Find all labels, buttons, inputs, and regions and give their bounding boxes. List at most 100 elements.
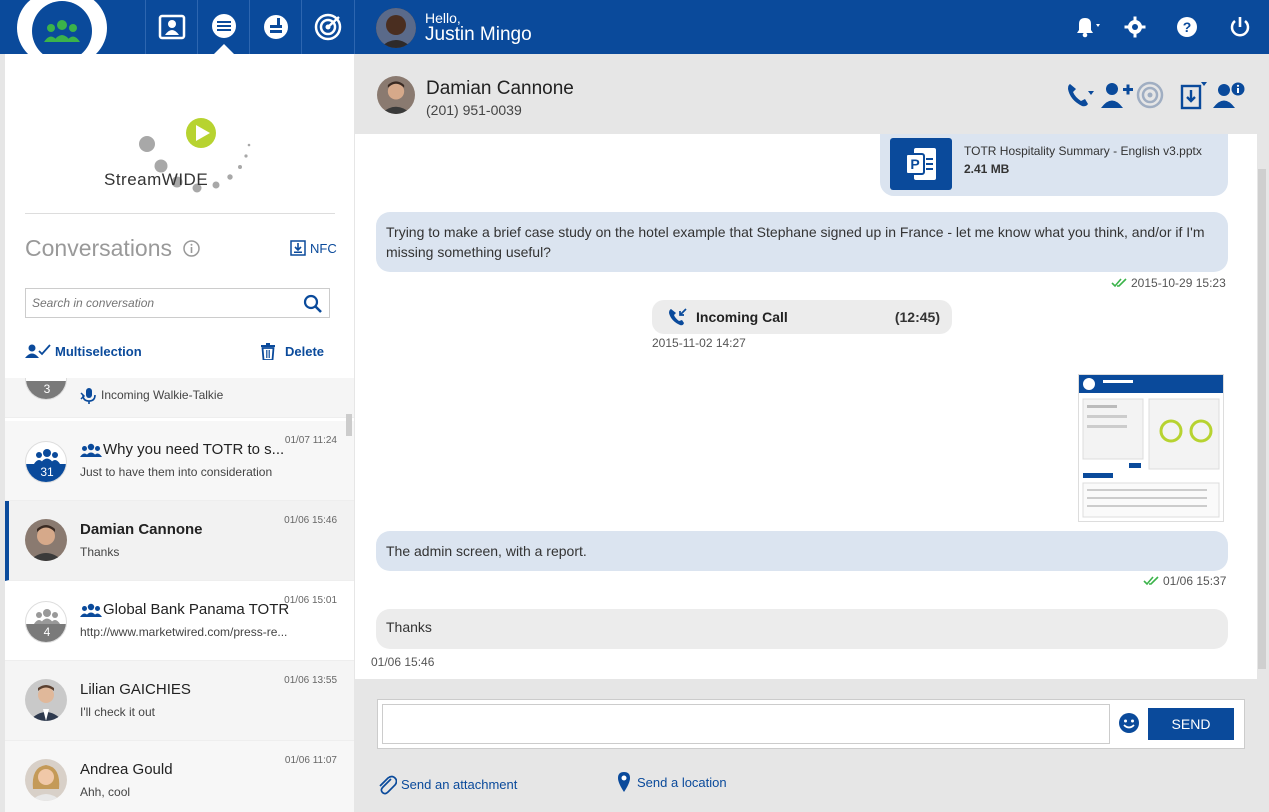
gear-icon[interactable]	[1121, 13, 1149, 41]
conversation-name: Why you need TOTR to s...	[103, 441, 285, 458]
chat-scrollbar[interactable]	[1257, 134, 1269, 679]
read-check-icon	[1111, 278, 1127, 288]
power-icon[interactable]	[1226, 13, 1254, 41]
powerpoint-file-icon: P	[890, 138, 952, 190]
bell-icon[interactable]	[1073, 13, 1105, 41]
conversation-item-andrea[interactable]: Andrea Gould Ahh, cool 01/06 11:07	[5, 741, 354, 812]
info-icon[interactable]	[183, 240, 200, 262]
trash-icon	[261, 343, 275, 360]
chat-header: Damian Cannone (201) 951-0039	[355, 54, 1269, 134]
emoji-icon[interactable]	[1118, 712, 1140, 739]
conversation-preview: I'll check it out	[80, 705, 155, 719]
conversations-sidebar: StreamWIDE Conversations NFC Multiselect…	[5, 54, 354, 812]
chat-scrollbar-thumb[interactable]	[1258, 169, 1266, 669]
nfc-label: NFC	[310, 240, 337, 256]
search-box	[25, 288, 330, 318]
conversation-list: 3 Incoming Walkie-Talkie 31 Why you need…	[5, 378, 354, 812]
conversation-item-totr[interactable]: 31 Why you need TOTR to s... Just to hav…	[5, 421, 354, 501]
call-icon[interactable]	[1065, 80, 1095, 110]
attachment-label: Send an attachment	[401, 776, 518, 792]
conversation-time: 01/06 15:01	[284, 595, 337, 606]
radar-icon[interactable]	[1136, 80, 1164, 110]
multiselection-button[interactable]: Multiselection	[25, 343, 142, 359]
conversation-item-lilian[interactable]: Lilian GAICHIES I'll check it out 01/06 …	[5, 661, 354, 741]
user-check-icon	[25, 344, 51, 358]
read-check-icon	[1143, 576, 1159, 586]
contact-avatar[interactable]	[377, 76, 415, 114]
message-time: 01/06 15:37	[1163, 574, 1227, 588]
message-composer: SEND Send an attachment Send a location	[355, 679, 1269, 812]
incoming-message: Thanks	[376, 609, 1228, 649]
file-name: TOTR Hospitality Summary - English v3.pp…	[964, 144, 1202, 158]
conversation-name: Global Bank Panama TOTR	[103, 601, 290, 618]
composer-box: SEND	[377, 699, 1245, 749]
call-label: Incoming Call	[696, 309, 788, 325]
call-timestamp: 2015-11-02 14:27	[652, 336, 746, 350]
conversation-preview: Thanks	[80, 545, 120, 559]
brand-divider	[25, 213, 335, 214]
message-time: 2015-10-29 15:23	[1131, 276, 1226, 290]
send-location-link[interactable]: Send a location	[617, 771, 727, 793]
username: Justin Mingo	[425, 24, 532, 45]
conversation-item-walkie[interactable]: 3 Incoming Walkie-Talkie	[5, 378, 354, 418]
contact-avatar	[25, 679, 67, 721]
send-button[interactable]: SEND	[1148, 708, 1234, 740]
group-badge: 4	[25, 601, 67, 643]
conversation-time: 01/07 11:24	[284, 435, 337, 446]
svg-text:P: P	[910, 156, 919, 172]
conversation-name: Lilian GAICHIES	[80, 681, 191, 698]
message-input[interactable]	[382, 704, 1110, 744]
conversation-preview: Just to have them into consideration	[80, 465, 273, 479]
conversation-preview: Ahh, cool	[80, 785, 131, 799]
group-logo-icon	[32, 1, 92, 61]
screenshot-image-attachment[interactable]	[1078, 374, 1224, 522]
delete-label: Delete	[285, 344, 325, 359]
search-icon[interactable]	[303, 294, 323, 319]
outgoing-message: Trying to make a brief case study on the…	[376, 212, 1228, 272]
unread-count: 4	[26, 624, 66, 642]
paperclip-icon	[379, 775, 397, 795]
export-icon[interactable]	[1179, 80, 1209, 110]
message-timestamp: 01/06 15:46	[371, 655, 435, 669]
conversation-preview: Incoming Walkie-Talkie	[101, 388, 224, 402]
conversation-item-damian[interactable]: Damian Cannone Thanks 01/06 15:46	[5, 501, 354, 581]
unread-count: 3	[26, 381, 66, 399]
contact-name: Damian Cannone	[426, 78, 574, 99]
contacts-icon[interactable]	[145, 0, 197, 54]
radar-icon[interactable]	[301, 0, 353, 54]
broadcast-icon[interactable]	[249, 0, 301, 54]
greeting-text: Hello,	[425, 10, 461, 26]
message-thread: P TOTR Hospitality Summary - English v3.…	[355, 134, 1257, 679]
search-input[interactable]	[26, 289, 296, 317]
streamwide-logo	[25, 54, 333, 214]
user-avatar[interactable]	[376, 8, 416, 48]
contact-avatar	[25, 759, 67, 801]
incoming-call-event[interactable]: Incoming Call (12:45)	[652, 300, 952, 334]
contact-avatar	[25, 519, 67, 561]
sidebar-scrollbar[interactable]	[346, 414, 352, 436]
conversation-time: 01/06 13:55	[284, 675, 337, 686]
conversation-item-global-bank[interactable]: 4 Global Bank Panama TOTR http://www.mar…	[5, 581, 354, 661]
conversation-time: 01/06 15:46	[284, 515, 337, 526]
brand-name: StreamWIDE	[104, 170, 209, 189]
help-icon[interactable]: ?	[1173, 13, 1201, 41]
contact-info-icon[interactable]	[1213, 80, 1245, 110]
outgoing-message: The admin screen, with a report.	[376, 531, 1228, 571]
multiselection-label: Multiselection	[55, 343, 142, 359]
topbar-divider	[354, 0, 355, 54]
send-attachment-link[interactable]: Send an attachment	[377, 773, 517, 795]
call-duration: (12:45)	[894, 309, 940, 325]
conversations-icon[interactable]	[197, 0, 249, 54]
location-pin-icon	[618, 772, 630, 792]
incoming-call-icon	[668, 307, 688, 332]
add-participant-icon[interactable]	[1100, 80, 1134, 110]
file-attachment-message[interactable]: P TOTR Hospitality Summary - English v3.…	[880, 134, 1228, 196]
conversation-name: Andrea Gould	[80, 761, 173, 778]
conversation-name: Damian Cannone	[80, 521, 203, 538]
svg-text:?: ?	[1183, 19, 1192, 35]
download-icon	[290, 240, 306, 256]
group-small-icon	[80, 443, 102, 462]
delete-button[interactable]: Delete	[261, 343, 324, 360]
top-bar: Hello, Justin Mingo ?	[0, 0, 1269, 64]
nfc-button[interactable]: NFC	[290, 240, 337, 256]
